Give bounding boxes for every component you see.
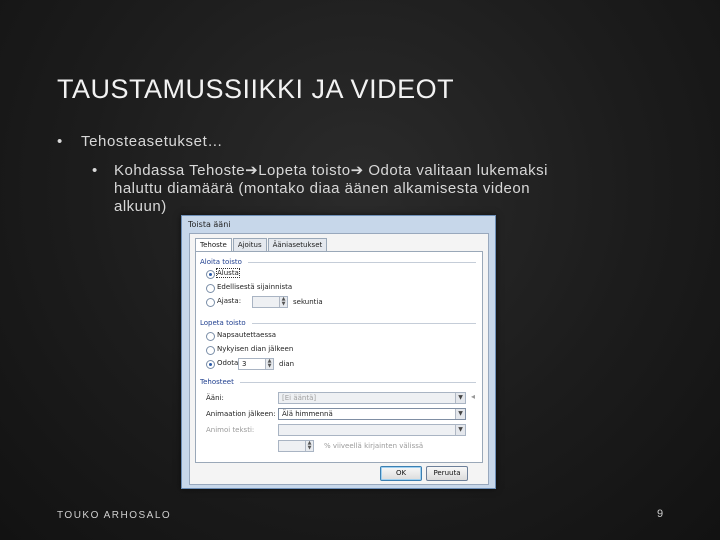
sound-select[interactable]: [Ei ääntä] ▼ — [278, 392, 466, 404]
slides-unit: dian — [279, 360, 295, 368]
group-divider — [248, 262, 476, 263]
stop-on-click-radio[interactable] — [206, 332, 215, 341]
stop-group-label: Lopeta toisto — [200, 319, 246, 327]
effects-group-label: Tehosteet — [200, 378, 234, 386]
start-time-spinner[interactable]: ▲ ▼ — [252, 296, 288, 308]
group-divider — [252, 323, 476, 324]
dialog-body: Tehoste Ajoitus Ääniasetukset Aloita toi… — [189, 233, 489, 485]
chevron-down-icon: ▼ — [455, 409, 465, 419]
tab-effect[interactable]: Tehoste — [195, 238, 232, 252]
start-from-time-label: Ajasta: — [217, 297, 242, 305]
after-animation-value: Älä himmennä — [282, 410, 333, 418]
page-number: 9 — [657, 508, 664, 520]
start-group-label: Aloita toisto — [200, 258, 242, 266]
tab-timing[interactable]: Ajoitus — [232, 238, 267, 251]
letter-delay-spinner[interactable]: ▲ ▼ — [278, 440, 314, 452]
sound-label: Ääni: — [206, 394, 224, 402]
spinner-arrows-icon: ▲ ▼ — [279, 297, 287, 307]
tab-sound-settings[interactable]: Ääniasetukset — [267, 238, 328, 251]
bullet-level2-text: Kohdassa Tehoste➔Lopeta toisto➔ Odota va… — [114, 162, 548, 215]
bullet-dot: • — [92, 162, 98, 179]
animate-text-select[interactable]: ▼ — [278, 424, 466, 436]
stop-slides-value: 3 — [242, 360, 247, 368]
bullet-dot: • — [57, 133, 63, 150]
stop-on-click-label: Napsautettaessa — [217, 331, 277, 339]
slide-title: TAUSTAMUSSIIKKI JA VIDEOT — [57, 74, 455, 104]
stop-after-current-slide-radio[interactable] — [206, 346, 215, 355]
start-from-beginning-label: Alusta — [216, 268, 240, 278]
sound-select-value: [Ei ääntä] — [282, 394, 317, 402]
after-animation-select[interactable]: Älä himmennä ▼ — [278, 408, 466, 420]
animate-text-label: Animoi teksti: — [206, 426, 255, 434]
after-animation-label: Animaation jälkeen: — [206, 410, 276, 418]
play-sound-dialog: Toista ääni Tehoste Ajoitus Ääniasetukse… — [181, 215, 496, 489]
start-from-last-position-radio[interactable] — [206, 284, 215, 293]
seconds-unit: sekuntia — [293, 298, 323, 306]
start-from-beginning-radio[interactable] — [206, 270, 215, 279]
stop-after-slides-radio[interactable] — [206, 360, 215, 369]
group-divider — [240, 382, 476, 383]
ok-button[interactable]: OK — [380, 466, 422, 481]
dialog-tabs: Tehoste Ajoitus Ääniasetukset — [195, 238, 328, 252]
stop-after-current-slide-label: Nykyisen dian jälkeen — [217, 345, 294, 353]
bullet-level1-text: Tehosteasetukset… — [81, 133, 223, 150]
footer-author: TOUKO ARHOSALO — [57, 510, 172, 521]
chevron-down-icon: ▼ — [455, 393, 465, 403]
spinner-arrows-icon: ▲ ▼ — [265, 359, 273, 369]
bullet-level2: • Kohdassa Tehoste➔Lopeta toisto➔ Odota … — [92, 162, 582, 216]
cancel-button[interactable]: Peruuta — [426, 466, 468, 481]
chevron-down-icon: ▼ — [455, 425, 465, 435]
speaker-icon[interactable]: ◂ — [471, 392, 479, 402]
letter-delay-label: % viiveellä kirjainten välissä — [324, 442, 424, 450]
start-from-last-position-label: Edellisestä sijainnista — [217, 283, 293, 291]
start-from-time-radio[interactable] — [206, 298, 215, 307]
stop-slides-spinner[interactable]: 3 ▲ ▼ — [238, 358, 274, 370]
spinner-arrows-icon: ▲ ▼ — [305, 441, 313, 451]
effect-panel: Aloita toisto Alusta Edellisestä sijainn… — [195, 251, 483, 463]
dialog-title: Toista ääni — [188, 220, 231, 229]
